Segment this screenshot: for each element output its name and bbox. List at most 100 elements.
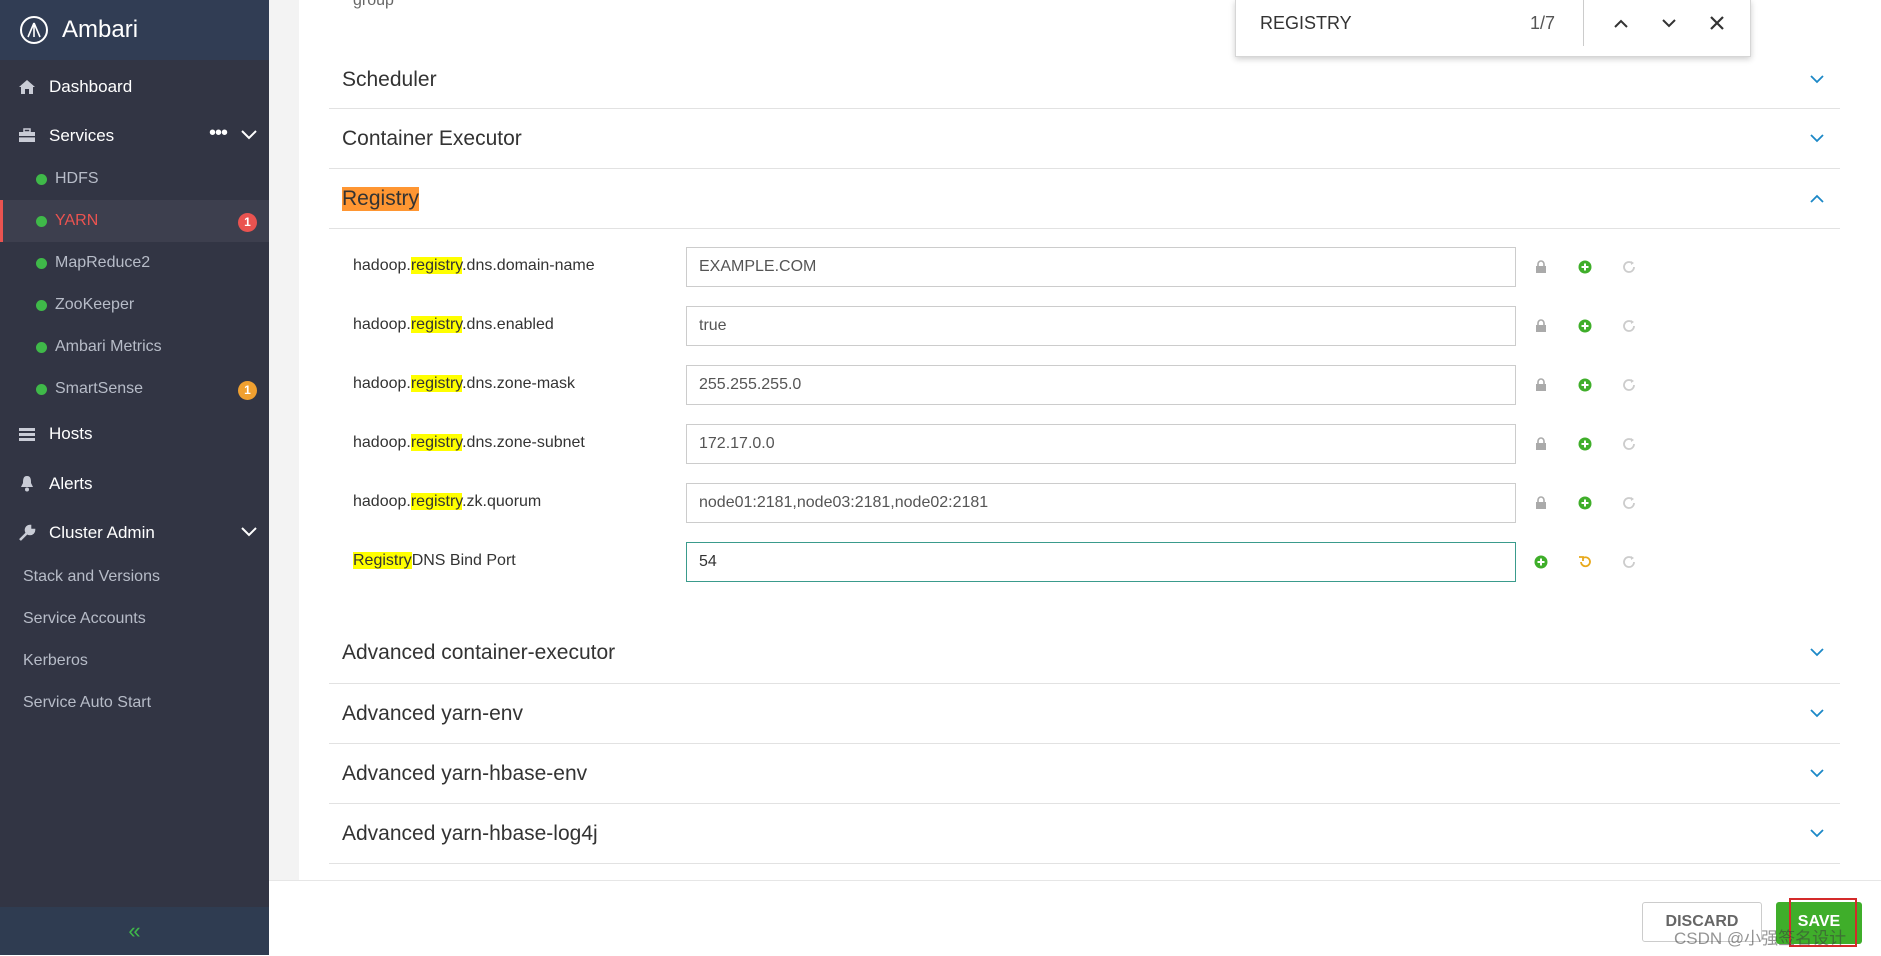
home-icon [17,77,37,97]
alert-count-badge: 1 [238,381,257,400]
section-registry[interactable]: Registry [329,169,1840,229]
nav-services[interactable]: Services ••• [0,111,269,160]
chevron-down-icon[interactable] [1810,130,1824,148]
search-match: registry [410,493,463,510]
property-label: hadoop.registry.dns.zone-mask [353,375,575,393]
nav-alerts[interactable]: Alerts [0,459,269,508]
property-value-input[interactable]: node01:2181,node03:2181,node02:2181 [686,483,1516,523]
lock-icon[interactable] [1533,495,1549,511]
sidebar-item-service-accounts[interactable]: Service Accounts [0,598,269,640]
add-override-icon[interactable] [1577,318,1593,334]
section-advanced-container-executor[interactable]: Advanced container-executor [329,623,1840,684]
refresh-icon[interactable] [1621,318,1637,334]
sidebar-item-smartsense[interactable]: SmartSense 1 [0,368,269,410]
sub-label: Kerberos [23,652,88,669]
fragment-label: group [353,0,394,9]
refresh-icon[interactable] [1621,554,1637,570]
property-value-input[interactable]: true [686,306,1516,346]
sidebar-item-ambari-metrics[interactable]: Ambari Metrics [0,326,269,368]
property-value-input[interactable]: EXAMPLE.COM [686,247,1516,287]
refresh-icon[interactable] [1621,377,1637,393]
undo-icon[interactable] [1577,554,1593,570]
chevron-down-icon[interactable] [1810,644,1824,662]
label-prefix: hadoop. [353,316,411,333]
property-row: hadoop.registry.dns.zone-mask 255.255.25… [353,365,1653,407]
footer-bar [269,880,1881,956]
lock-icon[interactable] [1533,377,1549,393]
add-override-icon[interactable] [1533,554,1549,570]
sidebar-item-stack-and-versions[interactable]: Stack and Versions [0,556,269,598]
add-override-icon[interactable] [1577,259,1593,275]
chevron-down-icon[interactable] [1810,825,1824,843]
property-label: hadoop.registry.dns.enabled [353,316,554,334]
label-suffix: DNS Bind Port [411,552,516,569]
add-override-icon[interactable] [1577,436,1593,452]
property-row: hadoop.registry.dns.enabled true [353,306,1653,348]
chevron-up-icon[interactable] [1810,190,1824,208]
property-label: RegistryDNS Bind Port [353,552,516,570]
section-scheduler[interactable]: Scheduler [329,52,1840,109]
section-advanced-yarn-hbase-log4j[interactable]: Advanced yarn-hbase-log4j [329,804,1840,864]
lock-icon[interactable] [1533,318,1549,334]
service-label: YARN [55,212,99,229]
service-label: Ambari Metrics [55,338,162,355]
refresh-icon[interactable] [1621,495,1637,511]
search-match: registry [410,316,463,333]
nav-cluster-admin[interactable]: Cluster Admin [0,508,269,557]
nav-dashboard[interactable]: Dashboard [0,62,269,111]
sidebar-item-hdfs[interactable]: HDFS [0,158,269,200]
refresh-icon[interactable] [1621,436,1637,452]
lock-icon[interactable] [1533,436,1549,452]
nav-hosts[interactable]: Hosts [0,409,269,458]
chevron-down-icon[interactable] [241,522,257,542]
sidebar-item-service-auto-start[interactable]: Service Auto Start [0,682,269,724]
label-prefix: hadoop. [353,375,411,392]
sub-label: Stack and Versions [23,568,160,585]
status-ok-icon [36,257,47,269]
section-title: Advanced yarn-hbase-log4j [342,821,598,845]
label-prefix: hadoop. [353,493,411,510]
section-title: Advanced yarn-hbase-env [342,761,588,785]
section-advanced-yarn-hbase-env[interactable]: Advanced yarn-hbase-env [329,744,1840,804]
property-label: hadoop.registry.dns.zone-subnet [353,434,585,452]
section-advanced-yarn-env[interactable]: Advanced yarn-env [329,684,1840,744]
nav-dashboard-label: Dashboard [49,76,133,96]
sidebar-item-mapreduce2[interactable]: MapReduce2 [0,242,269,284]
find-divider [1583,0,1584,46]
property-value-input[interactable]: 54 [686,542,1516,582]
property-value-input[interactable]: 172.17.0.0 [686,424,1516,464]
nav-hosts-label: Hosts [49,423,93,443]
services-more-icon[interactable]: ••• [209,123,228,143]
sub-label: Service Accounts [23,610,146,627]
chevron-down-icon[interactable] [1810,705,1824,723]
label-prefix: hadoop. [353,257,411,274]
find-close-button[interactable] [1704,10,1730,36]
refresh-icon[interactable] [1621,259,1637,275]
section-container-executor[interactable]: Container Executor [329,109,1840,169]
chevron-down-icon[interactable] [1810,765,1824,783]
find-query-input[interactable]: REGISTRY [1260,13,1352,34]
status-ok-icon [36,215,47,227]
alert-count-badge: 1 [238,213,257,232]
cluster-admin-list: Stack and Versions Service Accounts Kerb… [0,556,269,724]
search-match: registry [410,257,463,274]
add-override-icon[interactable] [1577,377,1593,393]
find-bar: REGISTRY 1/7 [1235,0,1751,57]
section-title: Advanced yarn-env [342,701,523,725]
lock-icon[interactable] [1533,259,1549,275]
sidebar-item-kerberos[interactable]: Kerberos [0,640,269,682]
brand[interactable]: Ambari [0,0,269,60]
sidebar-item-yarn[interactable]: YARN 1 [0,200,269,242]
brand-name: Ambari [62,16,139,43]
nav-alerts-label: Alerts [49,473,93,493]
sidebar-collapse-button[interactable]: « [0,907,269,955]
label-suffix: .dns.zone-subnet [462,434,585,451]
chevron-down-icon[interactable] [241,125,257,145]
sidebar: Ambari Dashboard Services ••• HDFS YARN … [0,0,269,955]
add-override-icon[interactable] [1577,495,1593,511]
property-value-input[interactable]: 255.255.255.0 [686,365,1516,405]
find-next-button[interactable] [1656,10,1682,36]
find-previous-button[interactable] [1608,10,1634,36]
sidebar-item-zookeeper[interactable]: ZooKeeper [0,284,269,326]
chevron-down-icon[interactable] [1810,71,1824,89]
